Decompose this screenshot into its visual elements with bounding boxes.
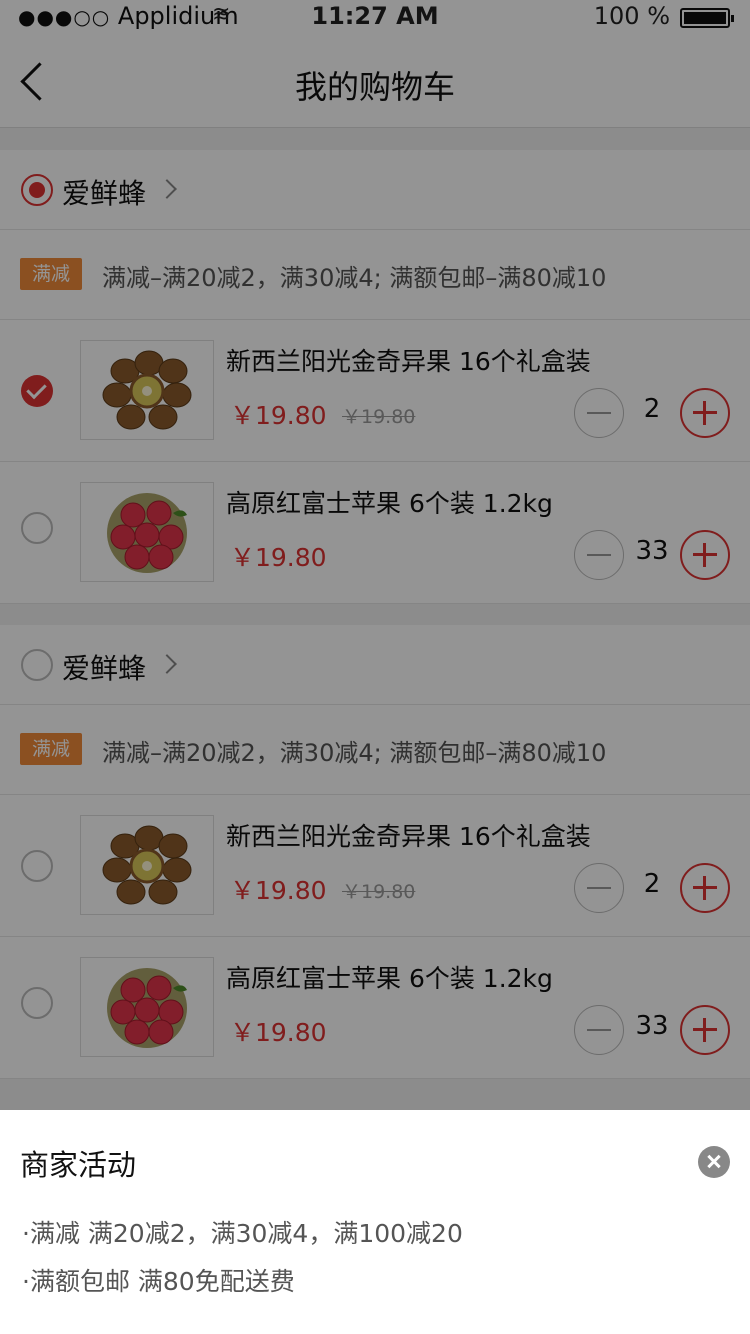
sheet-activity-line: ·满额包邮 满80免配送费 (22, 1267, 295, 1296)
close-icon[interactable] (698, 1146, 730, 1178)
modal-backdrop[interactable] (0, 0, 750, 1110)
sheet-activity-line: ·满减 满20减2，满30减4，满100减20 (22, 1219, 463, 1248)
sheet-title: 商家活动 (20, 1148, 137, 1182)
merchant-activity-sheet: 商家活动 ·满减 满20减2，满30减4，满100减20 ·满额包邮 满80免配… (0, 1110, 750, 1334)
